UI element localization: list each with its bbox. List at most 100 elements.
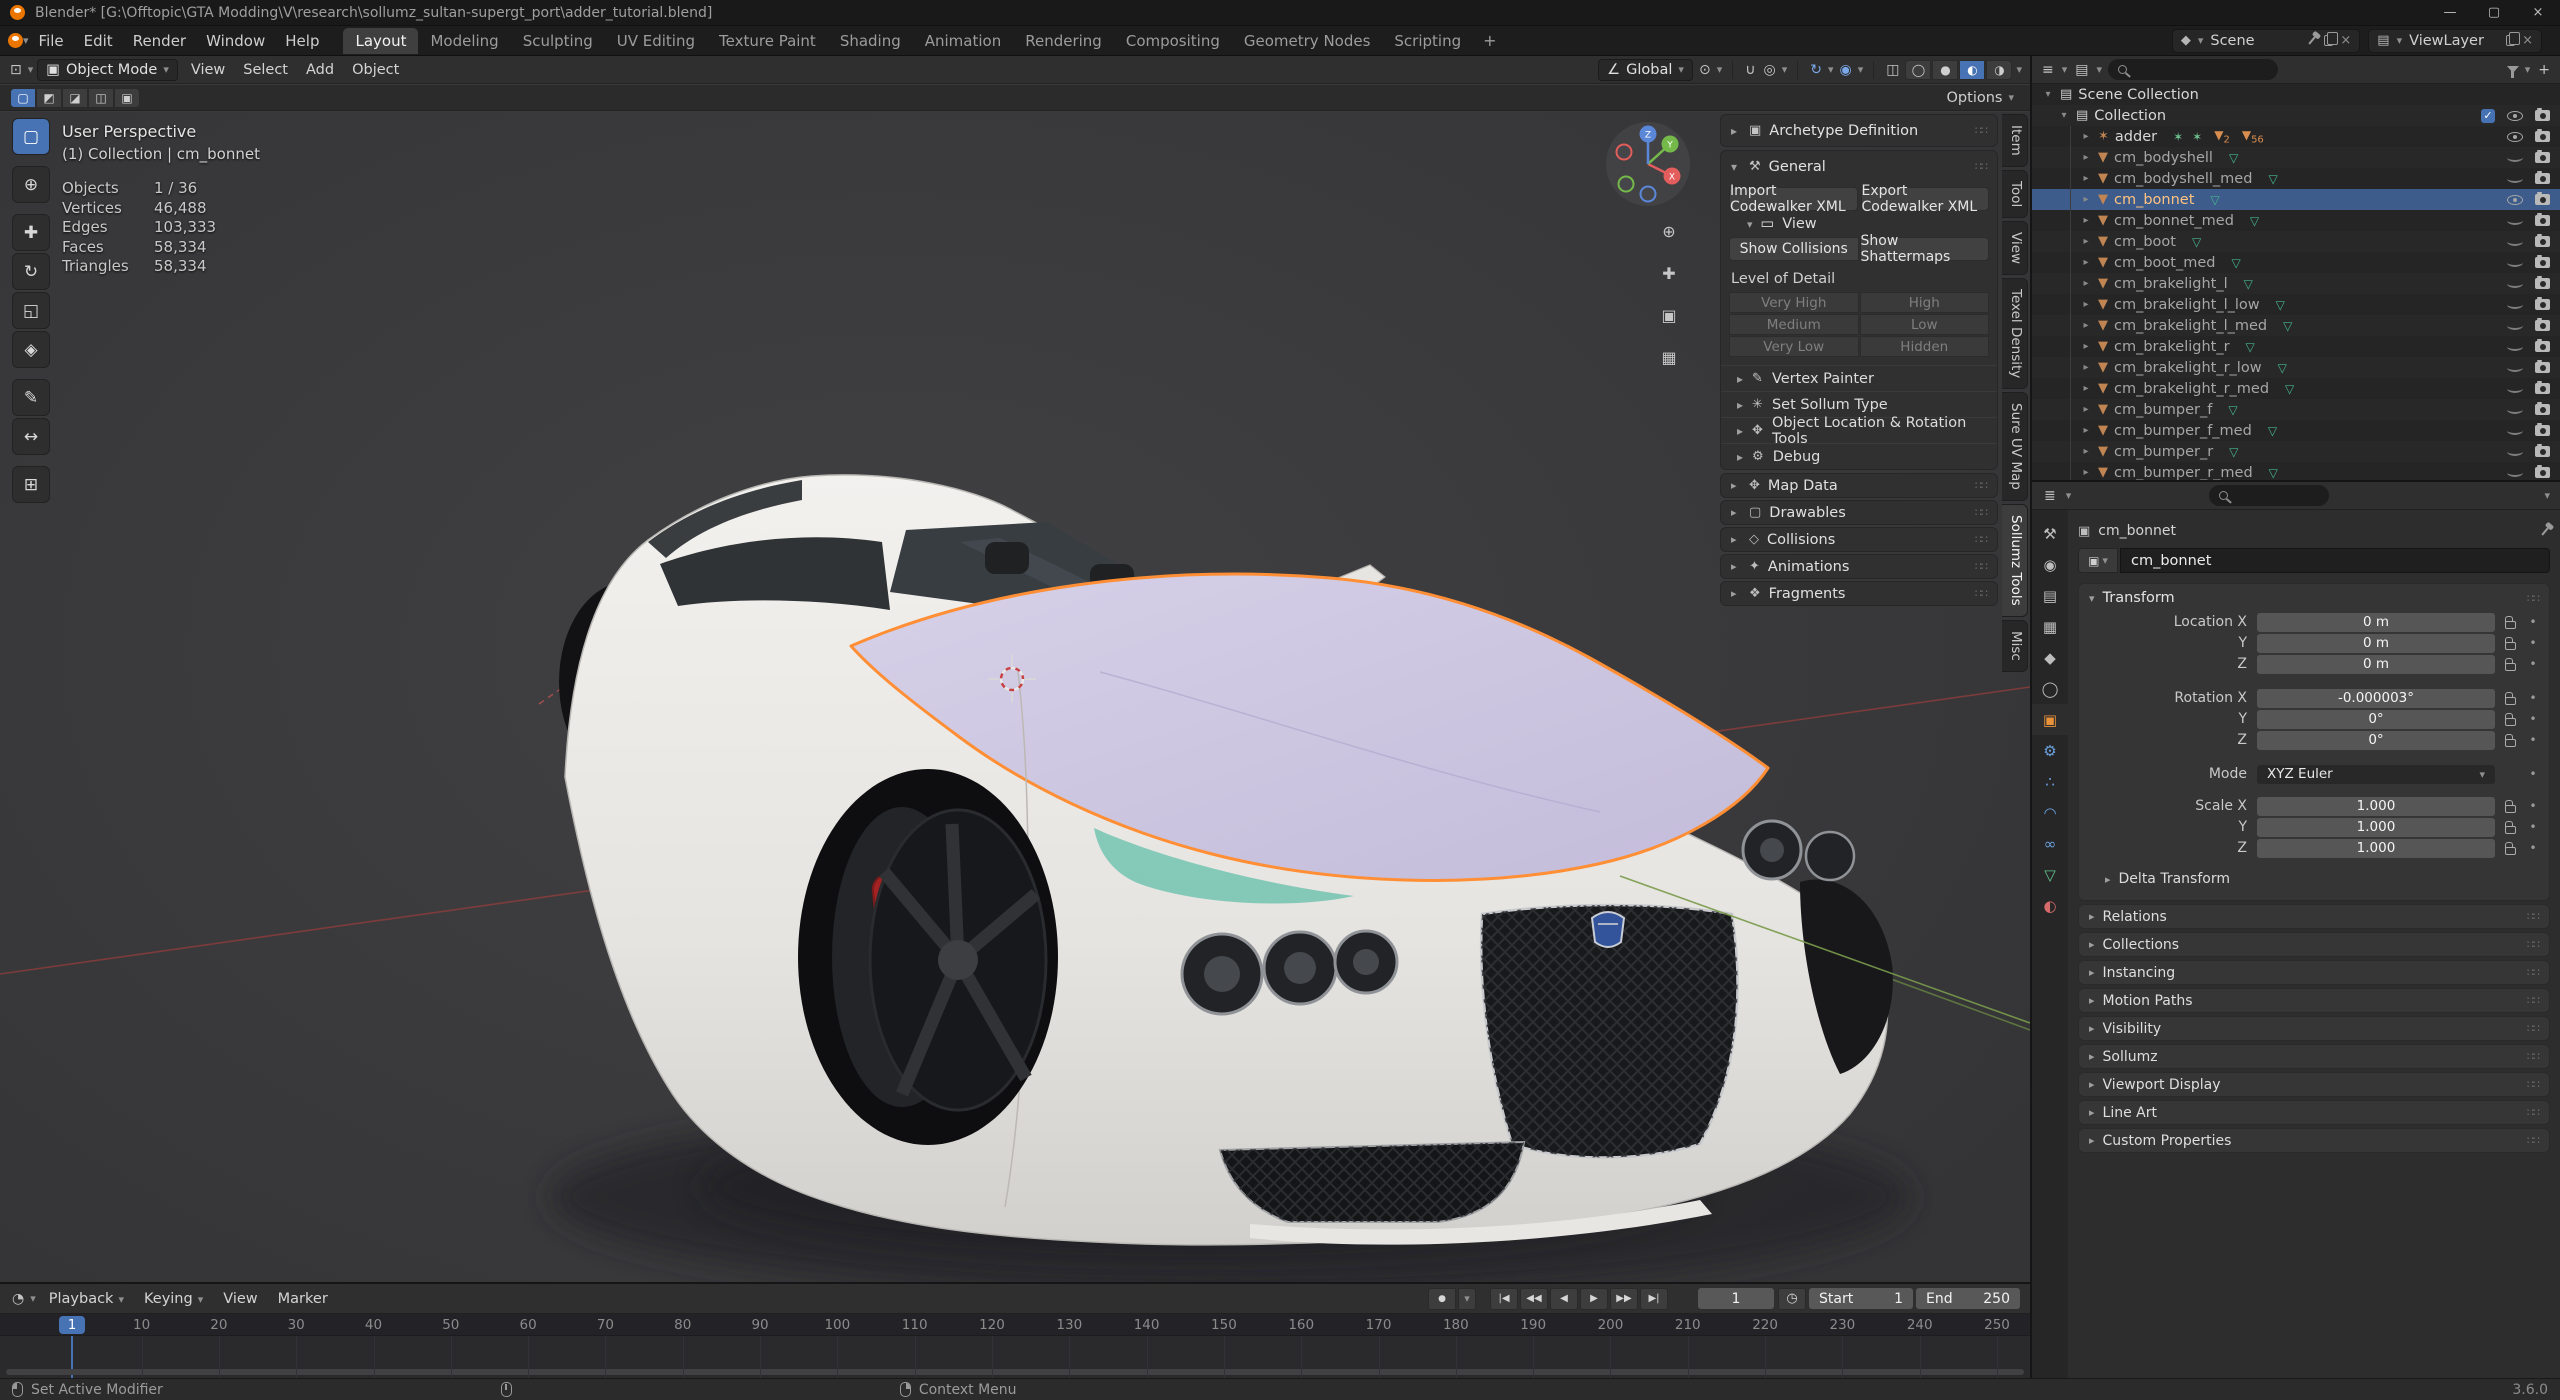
camera-visibility-icon[interactable] — [2535, 299, 2550, 310]
viewport-menu-object[interactable]: Object — [343, 59, 408, 81]
sidebar-tab-texel-density[interactable]: Texel Density — [2002, 278, 2028, 389]
shading-material-preview-button[interactable]: ◐ — [1959, 60, 1985, 80]
expand-icon[interactable]: ▸ — [1731, 124, 1741, 138]
maximize-button[interactable]: ▢ — [2472, 0, 2516, 25]
workspace-tab-animation[interactable]: Animation — [913, 28, 1013, 54]
property-value-field[interactable]: 0° — [2257, 710, 2495, 729]
lock-button[interactable] — [2495, 658, 2525, 671]
eye-closed-icon[interactable] — [2507, 216, 2523, 225]
orthographic-button[interactable]: ▦ — [1654, 342, 1684, 372]
camera-view-button[interactable]: ▣ — [1654, 300, 1684, 330]
world-tab[interactable]: ◯ — [2032, 673, 2068, 704]
pan-button[interactable]: ✚ — [1654, 258, 1684, 288]
animate-dot-icon[interactable]: • — [2525, 733, 2541, 747]
camera-visibility-icon[interactable] — [2535, 467, 2550, 478]
show-shattermaps-button[interactable]: Show Shattermaps — [1860, 237, 1990, 261]
camera-visibility-icon[interactable] — [2535, 173, 2550, 184]
import-codewalker-button[interactable]: Import Codewalker XML — [1729, 187, 1858, 211]
drag-grip-icon[interactable]: ∷∷ — [2527, 1022, 2539, 1035]
select-mode-intersect[interactable]: ▣ — [114, 88, 140, 108]
remove-view-layer-icon[interactable]: × — [2522, 33, 2533, 48]
outliner-row-cm-bumper-f[interactable]: ▸▼cm_bumper_f▽ — [2032, 399, 2560, 420]
viewport-menu-add[interactable]: Add — [297, 59, 343, 81]
lock-button[interactable] — [2495, 800, 2525, 813]
workspace-tab-texture-paint[interactable]: Texture Paint — [707, 28, 828, 54]
menubar-menu-window[interactable]: Window — [196, 28, 275, 54]
lod-button-low[interactable]: Low — [1860, 314, 1990, 335]
outliner-row-cm-bumper-r[interactable]: ▸▼cm_bumper_r▽ — [2032, 441, 2560, 462]
timeline-tracks[interactable] — [0, 1336, 2030, 1378]
camera-visibility-icon[interactable] — [2535, 362, 2550, 373]
display-mode-icon[interactable]: ▤ — [2073, 62, 2090, 78]
drag-grip-icon[interactable]: ∷∷ — [2527, 1078, 2539, 1091]
camera-visibility-icon[interactable] — [2535, 383, 2550, 394]
lod-button-high[interactable]: High — [1860, 292, 1990, 313]
lock-button[interactable] — [2495, 692, 2525, 705]
transform-tool[interactable]: ◈ — [12, 331, 50, 368]
auto-keying-button[interactable]: ● — [1428, 1288, 1456, 1310]
shading-solid-button[interactable]: ● — [1932, 60, 1958, 80]
gizmos-toggle-icon[interactable]: ↻ — [1808, 62, 1824, 78]
timeline-ruler[interactable]: 1 10203040506070809010011012013014015016… — [0, 1314, 2030, 1336]
property-value-field[interactable]: 1.000 — [2257, 797, 2495, 816]
play-reverse-button[interactable]: ◀ — [1550, 1288, 1578, 1310]
panel-instancing[interactable]: ▸Instancing∷∷ — [2078, 960, 2550, 985]
camera-visibility-icon[interactable] — [2535, 131, 2550, 142]
use-preview-range-button[interactable]: ◷ — [1778, 1288, 1806, 1310]
scale-tool[interactable]: ◱ — [12, 292, 50, 329]
frame-start-field[interactable]: Start 1 — [1809, 1288, 1913, 1309]
rotation-mode-dropdown[interactable]: XYZ Euler ▾ — [2257, 765, 2495, 784]
property-value-field[interactable]: 0° — [2257, 731, 2495, 750]
panel-visibility[interactable]: ▸Visibility∷∷ — [2078, 1016, 2550, 1041]
animate-dot-icon[interactable]: • — [2525, 767, 2541, 781]
drag-grip-icon[interactable]: ∷∷ — [1975, 124, 1987, 137]
panel-line-art[interactable]: ▸Line Art∷∷ — [2078, 1100, 2550, 1125]
workspace-tab-modeling[interactable]: Modeling — [418, 28, 510, 54]
pin-icon[interactable] — [2309, 36, 2316, 44]
xray-toggle-icon[interactable]: ◫ — [1884, 62, 1901, 78]
menubar-menu-help[interactable]: Help — [275, 28, 329, 54]
panel-motion-paths[interactable]: ▸Motion Paths∷∷ — [2078, 988, 2550, 1013]
object-name-field[interactable]: cm_bonnet — [2120, 548, 2550, 573]
close-button[interactable]: × — [2516, 0, 2560, 25]
menubar-menu-render[interactable]: Render — [123, 28, 196, 54]
object-properties-tab[interactable]: ▣ — [2032, 704, 2068, 735]
measure-tool[interactable]: ↔ — [12, 418, 50, 455]
subpanel-debug[interactable]: ▸⚙Debug — [1721, 443, 1997, 469]
drag-grip-icon[interactable]: ∷∷ — [1975, 479, 1987, 492]
lod-button-hidden[interactable]: Hidden — [1860, 336, 1990, 357]
eye-closed-icon[interactable] — [2507, 279, 2523, 288]
new-collection-icon[interactable]: + — [2536, 62, 2552, 78]
particles-tab[interactable]: ∴ — [2032, 766, 2068, 797]
eye-closed-icon[interactable] — [2507, 426, 2523, 435]
camera-visibility-icon[interactable] — [2535, 152, 2550, 163]
animate-dot-icon[interactable]: • — [2525, 691, 2541, 705]
panel-sollumz[interactable]: ▸Sollumz∷∷ — [2078, 1044, 2550, 1069]
sidebar-tab-item[interactable]: Item — [2002, 114, 2028, 167]
outliner-row-cm-brakelight-r-low[interactable]: ▸▼cm_brakelight_r_low▽ — [2032, 357, 2560, 378]
lock-button[interactable] — [2495, 821, 2525, 834]
drag-grip-icon[interactable]: ∷∷ — [2527, 938, 2539, 951]
panel-fragments[interactable]: ▸❖Fragments∷∷ — [1720, 581, 1998, 606]
animate-dot-icon[interactable]: • — [2525, 712, 2541, 726]
sidebar-tab-sure-uv-map[interactable]: Sure UV Map — [2002, 392, 2028, 501]
filter-icon[interactable] — [2507, 66, 2519, 73]
panel-map-data[interactable]: ▸✥Map Data∷∷ — [1720, 473, 1998, 498]
transform-panel-header[interactable]: ▾ Transform ∷∷ — [2079, 584, 2549, 612]
drag-grip-icon[interactable]: ∷∷ — [2527, 1134, 2539, 1147]
pin-icon[interactable] — [2541, 527, 2548, 535]
duplicate-scene-icon[interactable] — [2324, 35, 2333, 46]
timeline-scrollbar[interactable] — [6, 1369, 2024, 1375]
outliner-row-cm-boot-med[interactable]: ▸▼cm_boot_med▽ — [2032, 252, 2560, 273]
select-mode-subtract[interactable]: ◪ — [62, 88, 88, 108]
shading-wireframe-button[interactable]: ◯ — [1905, 60, 1931, 80]
workspace-tab-layout[interactable]: Layout — [343, 28, 418, 54]
menubar-menu-file[interactable]: File — [29, 28, 74, 54]
animate-dot-icon[interactable]: • — [2525, 636, 2541, 650]
object-id-dropdown[interactable]: ▣ ▾ — [2078, 548, 2118, 573]
eye-closed-icon[interactable] — [2507, 174, 2523, 183]
editor-type-icon[interactable]: ≡ — [2040, 62, 2056, 78]
checkbox-icon[interactable]: ✓ — [2481, 109, 2495, 123]
render-tab[interactable]: ◉ — [2032, 549, 2068, 580]
eye-open-icon[interactable] — [2507, 111, 2523, 121]
